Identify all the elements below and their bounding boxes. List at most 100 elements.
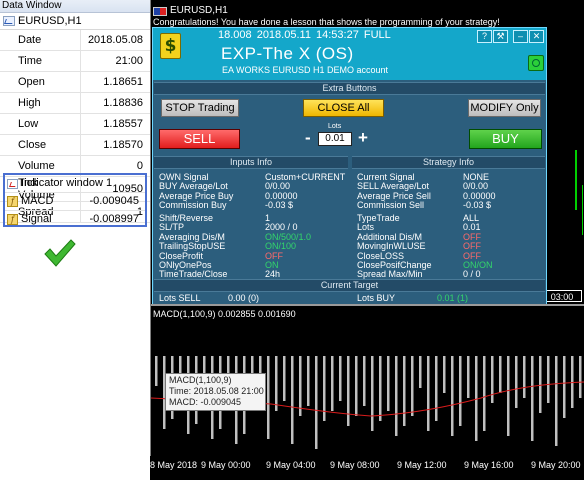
- data-row: Time 21:00: [0, 50, 150, 72]
- lots-decrease-button[interactable]: -: [305, 129, 311, 147]
- histogram-bar: [475, 356, 478, 441]
- inputs-values: 1 2000 / 0: [265, 213, 298, 233]
- data-row: Open 1.18651: [0, 71, 150, 93]
- chart-message: Congratulations! You have done a lesson …: [153, 17, 500, 27]
- indicator-window-icon: [7, 178, 18, 189]
- sell-button[interactable]: SELL: [159, 129, 240, 149]
- strategy-values: OFF OFF OFF: [463, 231, 481, 261]
- strategy-labels: Current Signal SELL Average/Lot Average …: [357, 172, 431, 211]
- stop-trading-button[interactable]: STOP Trading: [161, 99, 239, 117]
- data-value: 1.18570: [80, 134, 150, 156]
- histogram-bar: [387, 356, 390, 411]
- flag-icon: [153, 6, 167, 16]
- lots-sell-label: Lots SELL: [159, 293, 201, 303]
- chart-tab-label: EURUSD,H1: [170, 5, 228, 16]
- data-key: Date: [0, 30, 81, 51]
- panel-footer: Lots SELL 0.00 (0) Lots BUY 0.01 (1): [153, 293, 546, 304]
- data-window-title: Data Window: [0, 0, 150, 13]
- histogram-bar: [555, 356, 558, 446]
- histogram-bar: [427, 356, 430, 431]
- histogram-bar: [395, 356, 398, 436]
- time-axis-label: 9 May 08:00: [330, 460, 380, 470]
- histogram-bar: [339, 356, 342, 401]
- histogram-bar: [507, 356, 510, 436]
- minimize-button[interactable]: –: [513, 30, 528, 43]
- histogram-bar: [539, 356, 542, 413]
- data-value: 1.18836: [80, 92, 150, 114]
- lots-label: Lots: [328, 123, 342, 130]
- price-bar: [582, 185, 583, 235]
- histogram-bar: [467, 356, 470, 398]
- data-key: High: [0, 92, 81, 114]
- histogram-bar: [283, 356, 286, 401]
- ea-panel[interactable]: $ 18.008 2018.05.11 14:53:27 FULL EXP-Th…: [152, 27, 547, 304]
- window-divider[interactable]: [151, 304, 584, 306]
- histogram-bar: [483, 356, 486, 431]
- histogram-bar: [363, 356, 366, 406]
- macd-tooltip: MACD(1,100,9) Time: 2018.05.08 21:00 MAC…: [165, 373, 266, 411]
- strategy-info-header: Strategy Info: [352, 156, 545, 169]
- histogram-bar: [547, 356, 550, 403]
- histogram-bar: [403, 356, 406, 426]
- indicator-window-row: Indicator window 1: [5, 175, 145, 193]
- extra-buttons-header: Extra Buttons: [154, 82, 545, 95]
- account-info: EA WORKS EURUSD H1 DEMO account: [222, 65, 389, 75]
- data-value: 1.18557: [80, 113, 150, 135]
- current-target-header: Current Target: [154, 279, 545, 292]
- chart-icon: [3, 16, 15, 26]
- data-key: Low: [0, 113, 81, 135]
- buy-button[interactable]: BUY: [469, 129, 542, 149]
- panel-header-info: 18.008 2018.05.11 14:53:27 FULL: [218, 29, 391, 41]
- symbol-label: EURUSD,H1: [18, 15, 82, 27]
- data-key: Close: [0, 134, 81, 156]
- histogram-bar: [355, 356, 358, 416]
- data-row: High 1.18836: [0, 92, 150, 114]
- smiley-icon: [528, 55, 544, 71]
- time-axis: 8 May 2018 9 May 00:00 9 May 04:00 9 May 08…: [150, 456, 584, 480]
- data-row: Date 2018.05.08: [0, 30, 150, 51]
- data-row: Close 1.18570: [0, 134, 150, 156]
- indicator-key: MACD: [21, 195, 54, 207]
- histogram-bar: [331, 356, 334, 411]
- indicator-key: Signal: [21, 213, 52, 225]
- help-button[interactable]: ?: [477, 30, 492, 43]
- data-window-symbol: EURUSD,H1: [0, 13, 150, 30]
- lots-buy-label: Lots BUY: [357, 293, 396, 303]
- histogram-bar: [451, 356, 454, 436]
- tooltip-name: MACD(1,100,9): [169, 375, 232, 385]
- tools-button[interactable]: ⚒: [493, 30, 508, 43]
- time-axis-label: 9 May 16:00: [464, 460, 514, 470]
- lots-increase-button[interactable]: +: [358, 129, 368, 147]
- histogram-bar: [531, 356, 534, 441]
- time-axis-label: 8 May 2018: [150, 460, 198, 470]
- histogram-bar: [291, 356, 294, 444]
- time-axis-label: 9 May 12:00: [397, 460, 447, 470]
- time-axis-label: 9 May 00:00: [201, 460, 251, 470]
- data-row: Low 1.18557: [0, 113, 150, 135]
- chart-tab[interactable]: EURUSD,H1: [151, 5, 228, 17]
- tooltip-value: MACD: -0.009045: [169, 397, 242, 407]
- indicator-row-signal: f Signal -0.008997: [5, 211, 145, 228]
- indicator-row-macd: f MACD -0.009045: [5, 193, 145, 211]
- time-marker: 03:00: [542, 290, 582, 302]
- indicator-section: Indicator window 1 f MACD -0.009045 f Sign…: [3, 173, 147, 227]
- panel-header: $ 18.008 2018.05.11 14:53:27 FULL EXP-Th…: [153, 28, 546, 80]
- function-icon: f: [7, 214, 18, 225]
- histogram-bar: [275, 356, 278, 411]
- data-value: 2018.05.08: [80, 30, 150, 51]
- histogram-bar: [315, 356, 318, 449]
- data-value: 21:00: [80, 50, 150, 72]
- close-all-button[interactable]: CLOSE All: [303, 99, 384, 117]
- histogram-bar: [499, 356, 502, 393]
- modify-only-button[interactable]: MODIFY Only: [468, 99, 541, 117]
- histogram-bar: [571, 356, 574, 408]
- histogram-bar: [515, 356, 518, 408]
- indicator-value: -0.008997: [89, 213, 139, 225]
- histogram-bar: [443, 356, 446, 393]
- histogram-bar: [155, 356, 158, 386]
- inputs-values: Custom+CURRENT 0/0.00 0.00000 -0.03 $: [265, 172, 346, 211]
- time-axis-label: 9 May 20:00: [531, 460, 581, 470]
- histogram-bar: [491, 356, 494, 403]
- lots-input[interactable]: 0.01: [318, 132, 352, 146]
- close-icon[interactable]: ✕: [529, 30, 544, 43]
